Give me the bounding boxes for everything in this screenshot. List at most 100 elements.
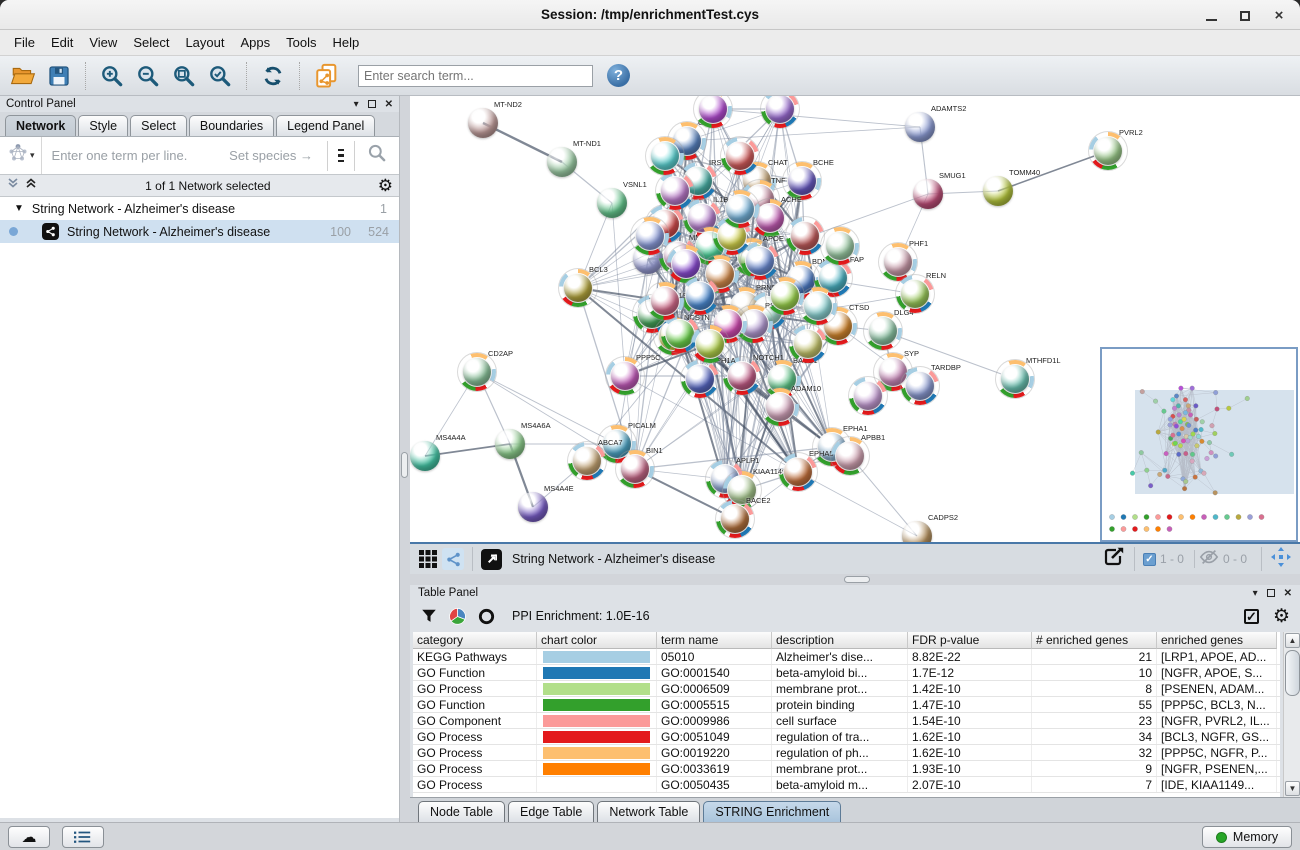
set-species-link[interactable]: Set species → [229, 148, 313, 163]
table-row[interactable]: KEGG Pathways05010Alzheimer's dise...8.8… [413, 649, 1280, 665]
network-node-pvrl2[interactable]: PVRL2 [1089, 132, 1127, 170]
tab-edge-table[interactable]: Edge Table [508, 801, 594, 822]
menu-view[interactable]: View [81, 32, 125, 53]
network-node[interactable] [789, 325, 827, 363]
table-row[interactable]: GO ProcessGO:0051049regulation of tra...… [413, 729, 1280, 745]
network-node[interactable] [646, 282, 684, 320]
string-options-icon[interactable] [332, 149, 350, 163]
network-node[interactable] [656, 172, 694, 210]
select-all-icon[interactable]: ✓ [1244, 609, 1259, 624]
tab-string-enrichment[interactable]: STRING Enrichment [703, 801, 841, 822]
network-node-mt-nd1[interactable]: MT-ND1 [543, 143, 581, 181]
network-node[interactable] [821, 227, 859, 265]
save-icon[interactable] [44, 61, 74, 91]
column-header-chart-color[interactable]: chart color [537, 632, 657, 649]
network-node-tardbp[interactable]: TARDBP [901, 367, 939, 405]
column-header-enriched-genes[interactable]: enriched genes [1157, 632, 1277, 649]
scroll-down-icon[interactable]: ▼ [1285, 781, 1300, 796]
ring-chart-icon[interactable] [477, 607, 496, 626]
expand-all-icon[interactable] [24, 176, 38, 195]
close-button[interactable]: × [1268, 8, 1290, 24]
network-node[interactable] [631, 217, 669, 255]
network-collection-row[interactable]: ▼ String Network - Alzheimer's disease 1 [0, 197, 399, 220]
pie-chart-icon[interactable] [448, 607, 467, 626]
help-icon[interactable]: ? [607, 64, 630, 87]
network-node-smug1[interactable]: SMUG1 [909, 175, 947, 213]
column-header-FDR-p-value[interactable]: FDR p-value [908, 632, 1032, 649]
task-list-icon[interactable] [62, 826, 104, 848]
table-row[interactable]: GO ProcessGO:0019220regulation of ph...1… [413, 745, 1280, 761]
network-node[interactable] [721, 137, 759, 175]
table-scrollbar[interactable]: ▲ ▼ [1283, 632, 1300, 797]
network-node-ms4a4a[interactable]: MS4A4A [410, 437, 444, 475]
network-node-cd2ap[interactable]: CD2AP [458, 353, 496, 391]
network-node[interactable] [741, 242, 779, 280]
network-node-reln[interactable]: RELN [896, 275, 934, 313]
column-header-term-name[interactable]: term name [657, 632, 772, 649]
network-node-mt-nd2[interactable]: MT-ND2 [464, 104, 502, 142]
column-header-category[interactable]: category [413, 632, 537, 649]
memory-button[interactable]: Memory [1202, 826, 1292, 848]
open-folder-icon[interactable] [8, 61, 38, 91]
hidden-nodes-eye-icon[interactable] [1199, 547, 1219, 572]
network-node-adam10[interactable]: ADAM10 [761, 388, 799, 426]
filter-icon[interactable] [420, 607, 438, 625]
panel-close-icon[interactable]: ✕ [385, 99, 393, 110]
network-from-file-icon[interactable] [311, 61, 341, 91]
navigator-icon[interactable] [1270, 546, 1292, 573]
search-input[interactable] [358, 65, 593, 87]
tab-node-table[interactable]: Node Table [418, 801, 505, 822]
table-row[interactable]: GO ComponentGO:0009986cell surface1.54E-… [413, 713, 1280, 729]
scroll-thumb[interactable] [1285, 650, 1300, 696]
network-node-cadps2[interactable]: CADPS2 [898, 517, 936, 542]
network-node-ms4a4e[interactable]: MS4A4E [514, 488, 552, 526]
zoom-out-icon[interactable] [133, 61, 163, 91]
selected-nodes-checkbox-icon[interactable]: ✓ [1143, 553, 1156, 566]
network-node[interactable] [721, 190, 759, 228]
tab-boundaries[interactable]: Boundaries [189, 115, 274, 136]
network-node-tomm40[interactable]: TOMM40 [979, 172, 1017, 210]
network-node[interactable] [691, 325, 729, 363]
string-logo-icon[interactable] [8, 143, 28, 168]
grid-view-icon[interactable] [418, 549, 438, 569]
column-header-description[interactable]: description [772, 632, 908, 649]
network-node-bin1[interactable]: BIN1 [616, 450, 654, 488]
network-node-ppp5c[interactable]: PPP5C [606, 357, 644, 395]
menu-help[interactable]: Help [325, 32, 368, 53]
table-row[interactable]: GO FunctionGO:0005515protein binding1.47… [413, 697, 1280, 713]
network-node[interactable] [646, 137, 684, 175]
network-node-abca7[interactable]: ABCA7 [568, 442, 606, 480]
tab-network[interactable]: Network [5, 115, 76, 136]
menu-select[interactable]: Select [125, 32, 177, 53]
string-search-icon[interactable] [359, 143, 395, 168]
string-term-input[interactable]: Enter one term per line. [41, 137, 230, 174]
panel-float-icon[interactable] [368, 100, 376, 108]
horizontal-splitter[interactable] [410, 574, 1300, 585]
network-node-mthfd1l[interactable]: MTHFD1L [996, 360, 1034, 398]
tab-select[interactable]: Select [130, 115, 187, 136]
zoom-fit-icon[interactable] [169, 61, 199, 91]
tab-style[interactable]: Style [78, 115, 128, 136]
network-node[interactable] [786, 217, 824, 255]
export-network-icon[interactable] [1102, 545, 1126, 574]
network-node[interactable] [799, 287, 837, 325]
network-node-apbb1[interactable]: APBB1 [831, 437, 869, 475]
network-node-epha5[interactable]: EPHA5 [779, 453, 817, 491]
table-row[interactable]: GO ProcessGO:0050435beta-amyloid m...2.0… [413, 777, 1280, 793]
menu-apps[interactable]: Apps [233, 32, 279, 53]
column-header--enriched-genes[interactable]: # enriched genes [1032, 632, 1157, 649]
menu-tools[interactable]: Tools [278, 32, 324, 53]
table-row[interactable]: GO ProcessGO:0033619membrane prot...1.93… [413, 761, 1280, 777]
string-app-icon[interactable] [481, 549, 502, 570]
birds-eye-view[interactable] [1100, 347, 1298, 542]
network-canvas[interactable]: MT-ND2MT-ND1VSNL1GAB2IRS1CHATBCHETNFIL1B… [410, 96, 1300, 542]
network-node-ms4a6a[interactable]: MS4A6A [491, 425, 529, 463]
cloud-icon[interactable]: ☁ [8, 826, 50, 848]
panel-close-icon[interactable]: ✕ [1284, 588, 1292, 599]
panel-menu-icon[interactable]: ▾ [1253, 588, 1258, 599]
maximize-button[interactable] [1234, 8, 1256, 24]
panel-menu-icon[interactable]: ▾ [354, 99, 359, 110]
refresh-icon[interactable] [258, 61, 288, 91]
tab-network-table[interactable]: Network Table [597, 801, 700, 822]
network-node-adamts2[interactable]: ADAMTS2 [901, 108, 939, 146]
